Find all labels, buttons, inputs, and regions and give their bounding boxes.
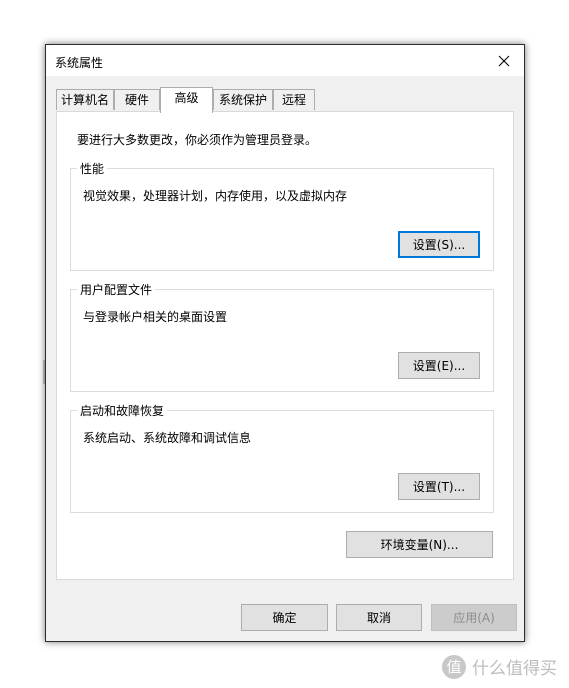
apply-button[interactable]: 应用(A) (431, 604, 517, 631)
watermark-logo-icon: 值 (442, 654, 466, 679)
title-bar: 系统属性 (46, 45, 524, 76)
environment-variables-button[interactable]: 环境变量(N)... (346, 531, 493, 558)
tab-computer-name[interactable]: 计算机名 (56, 89, 114, 110)
performance-group: 性能 视觉效果，处理器计划，内存使用，以及虚拟内存 设置(S)... (70, 160, 494, 271)
advanced-tab-panel: 要进行大多数更改，你必须作为管理员登录。 性能 视觉效果，处理器计划，内存使用，… (56, 111, 514, 580)
close-button[interactable] (484, 45, 524, 76)
startup-recovery-title: 启动和故障恢复 (77, 402, 168, 419)
performance-title: 性能 (77, 160, 108, 177)
close-icon (498, 55, 510, 66)
user-profiles-description: 与登录帐户相关的桌面设置 (83, 310, 228, 324)
tab-hardware[interactable]: 硬件 (114, 89, 160, 110)
watermark-text: 什么值得买 (472, 659, 557, 679)
cancel-button[interactable]: 取消 (336, 604, 422, 631)
tab-advanced[interactable]: 高级 (160, 87, 213, 113)
user-profiles-title: 用户配置文件 (77, 281, 156, 298)
user-profiles-settings-button[interactable]: 设置(E)... (398, 352, 480, 379)
user-profiles-group: 用户配置文件 与登录帐户相关的桌面设置 设置(E)... (70, 281, 494, 392)
watermark: 值 什么值得买 (442, 654, 557, 679)
system-properties-dialog: 系统属性 计算机名 硬件 高级 系统保护 远程 要进行大多数更改，你必须作为管理… (45, 44, 525, 642)
ok-button[interactable]: 确定 (241, 604, 328, 631)
window-title: 系统属性 (55, 56, 104, 70)
tab-system-protection[interactable]: 系统保护 (213, 89, 273, 110)
performance-settings-button[interactable]: 设置(S)... (398, 231, 480, 258)
startup-recovery-settings-button[interactable]: 设置(T)... (398, 473, 480, 500)
startup-recovery-group: 启动和故障恢复 系统启动、系统故障和调试信息 设置(T)... (70, 402, 494, 513)
admin-note: 要进行大多数更改，你必须作为管理员登录。 (77, 133, 318, 147)
tab-remote[interactable]: 远程 (273, 89, 315, 110)
startup-recovery-description: 系统启动、系统故障和调试信息 (83, 431, 252, 445)
performance-description: 视觉效果，处理器计划，内存使用，以及虚拟内存 (83, 189, 348, 203)
